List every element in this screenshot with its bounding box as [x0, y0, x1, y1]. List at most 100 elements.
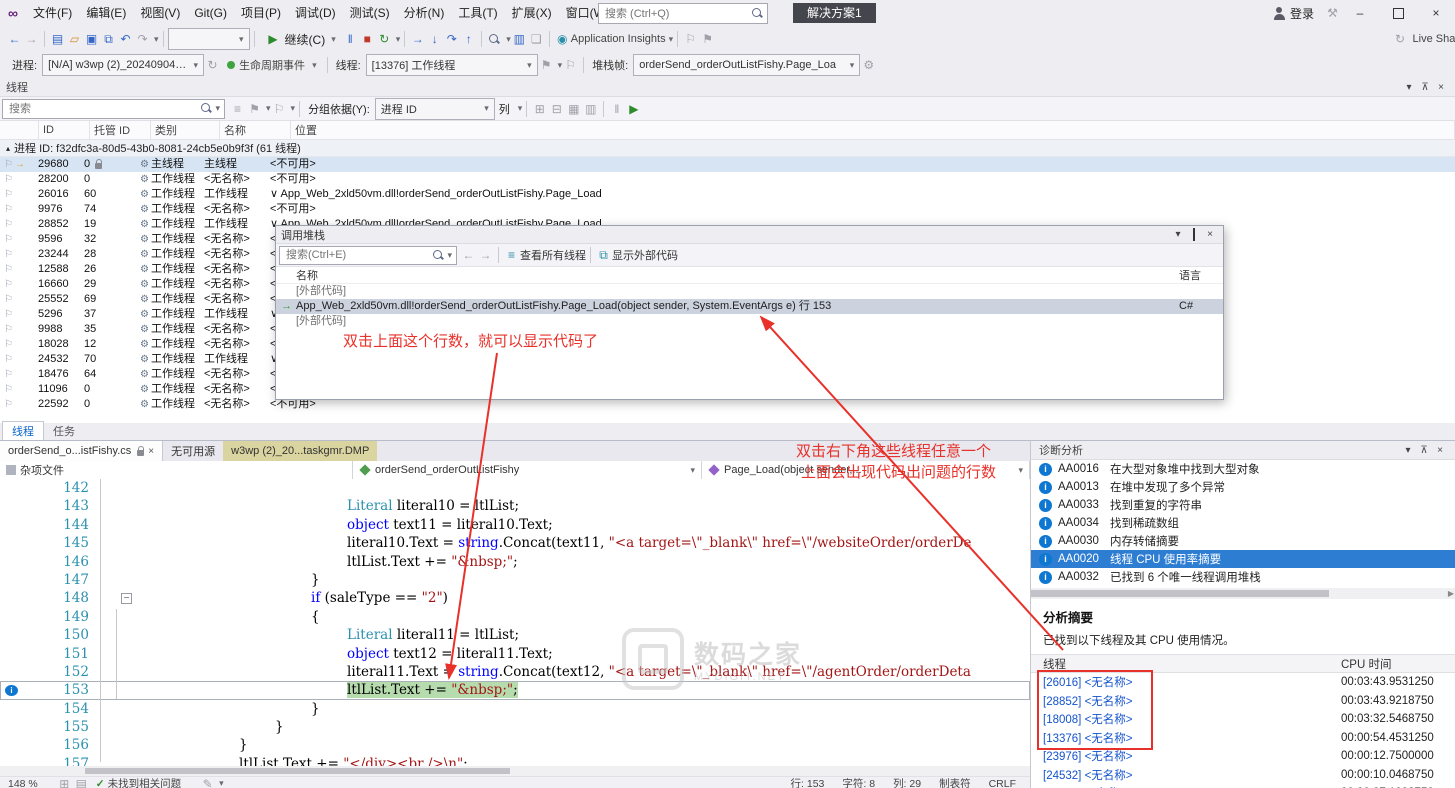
- diagnostic-item[interactable]: iAA0020线程 CPU 使用率摘要: [1031, 550, 1455, 568]
- show-next-statement-icon[interactable]: →: [409, 30, 426, 48]
- menu-item-6[interactable]: 调试(D): [288, 0, 343, 26]
- col-name[interactable]: 名称: [220, 121, 291, 139]
- thread-row[interactable]: ⚐→296800⚙主线程主线程<不可用>: [0, 157, 1455, 172]
- step-into-icon[interactable]: ↓: [426, 30, 443, 48]
- resume-threads-icon[interactable]: ▶: [625, 100, 642, 118]
- issues-status[interactable]: 未找到相关问题: [108, 776, 182, 788]
- diagnostic-item[interactable]: iAA0013在堆中发现了多个异常: [1031, 478, 1455, 496]
- flag-icon[interactable]: ⚐: [4, 217, 13, 232]
- scrollbar-arrow-icon[interactable]: ▶: [1448, 588, 1454, 599]
- flag-icon[interactable]: ⚐: [4, 232, 13, 247]
- flag-icon[interactable]: ⚐: [4, 247, 13, 262]
- call-stack-frame[interactable]: [外部代码]: [276, 284, 1223, 299]
- process-refresh-icon[interactable]: ↻: [204, 56, 221, 74]
- call-stack-frame[interactable]: App_Web_2xld50vm.dll!orderSend_orderOutL…: [276, 299, 1223, 314]
- step-over-icon[interactable]: ↷: [443, 30, 460, 48]
- diagnostics-chart-icon[interactable]: ▥: [511, 30, 528, 48]
- navigate-back-icon[interactable]: ←: [6, 30, 23, 48]
- menu-item-7[interactable]: 测试(S): [343, 0, 397, 26]
- code-line[interactable]: 145literal10.Text = string.Concat(text11…: [0, 534, 1030, 552]
- window-dropdown-icon[interactable]: ▾: [1401, 82, 1417, 93]
- code-line[interactable]: 156}: [0, 736, 1030, 754]
- tab-no-source[interactable]: 无可用源: [163, 441, 223, 461]
- call-stack-search-input[interactable]: [284, 248, 433, 262]
- flag-icon[interactable]: ⚐: [4, 187, 13, 202]
- quick-search-input[interactable]: [603, 7, 752, 21]
- config-dropdown[interactable]: ▾: [168, 28, 250, 50]
- undo-dropdown-icon[interactable]: ▾: [154, 34, 159, 45]
- pen-icon[interactable]: ✎: [199, 778, 216, 788]
- col-managed-id[interactable]: 托管 ID: [90, 121, 151, 139]
- flag-outline-icon[interactable]: ⚐: [562, 56, 579, 74]
- diagnostic-item[interactable]: iAA0030内存转储摘要: [1031, 532, 1455, 550]
- flag-icon[interactable]: ⚐: [4, 292, 13, 307]
- code-line[interactable]: 143Literal literal10 = ltlList;: [0, 497, 1030, 515]
- flag-outline-toolbar-icon[interactable]: ⚐: [271, 100, 288, 118]
- new-file-icon[interactable]: ▤: [49, 30, 66, 48]
- close-tab-icon[interactable]: ×: [148, 446, 154, 457]
- thread-link[interactable]: [23976] <无名称>: [1043, 748, 1341, 764]
- code-line[interactable]: 147}: [0, 571, 1030, 589]
- code-line[interactable]: 144object text11 = literal10.Text;: [0, 516, 1030, 534]
- search-tool-icon[interactable]: [486, 30, 503, 48]
- step-out-icon[interactable]: ↑: [460, 30, 477, 48]
- forward-icon[interactable]: →: [477, 246, 494, 264]
- diagnostic-item[interactable]: iAA0034找到稀疏数组: [1031, 514, 1455, 532]
- col-location[interactable]: 位置: [291, 121, 1455, 139]
- code-line[interactable]: 152literal11.Text = string.Concat(text12…: [0, 663, 1030, 681]
- back-icon[interactable]: ←: [460, 246, 477, 264]
- flag-show-icon[interactable]: ⚑: [246, 100, 263, 118]
- thread-link[interactable]: [26016] <无名称>: [1043, 674, 1341, 690]
- code-line[interactable]: 149{: [0, 608, 1030, 626]
- thread-link[interactable]: [24532] <无名称>: [1043, 767, 1341, 783]
- list-icon[interactable]: ≡: [229, 100, 246, 118]
- flag-icon[interactable]: ⚐: [4, 397, 13, 412]
- menu-item-10[interactable]: 扩展(X): [505, 0, 559, 26]
- flag-icon[interactable]: ⚐: [4, 172, 13, 187]
- menu-item-5[interactable]: 项目(P): [234, 0, 288, 26]
- flag-icon[interactable]: ⚐: [4, 322, 13, 337]
- save-all-icon[interactable]: ⧉: [100, 30, 117, 48]
- maximize-panel-icon[interactable]: [1186, 229, 1202, 240]
- stack-frame-dropdown[interactable]: orderSend_orderOutListFishy.Page_Loa▾: [633, 54, 860, 76]
- minimize-button[interactable]: –: [1341, 0, 1379, 26]
- flag-toolbar-icon[interactable]: ⚑: [699, 30, 716, 48]
- threads-search[interactable]: ▾: [2, 99, 225, 119]
- diagnostic-item[interactable]: iAA0033找到重复的字符串: [1031, 496, 1455, 514]
- solution-badge[interactable]: 解决方案1: [793, 3, 876, 23]
- tab-dump-file[interactable]: w3wp (2)_20...taskgmr.DMP: [223, 441, 377, 461]
- call-stack-frame[interactable]: [外部代码]: [276, 314, 1223, 329]
- code-line[interactable]: 148−if (saleType == "2"): [0, 589, 1030, 607]
- code-area[interactable]: 142143Literal literal10 = ltlList;144obj…: [0, 479, 1030, 766]
- code-line[interactable]: i153ltlList.Text += "&nbsp;";: [0, 681, 1030, 699]
- menu-item-3[interactable]: 视图(V): [133, 0, 187, 26]
- diagnostic-indicator-icon[interactable]: i: [5, 685, 18, 696]
- live-share-button[interactable]: ↻ Live Shar: [1392, 30, 1455, 48]
- flag-icon[interactable]: ⚐: [4, 157, 13, 172]
- menu-item-2[interactable]: 编辑(E): [79, 0, 133, 26]
- quick-search[interactable]: [598, 3, 768, 24]
- restart-icon[interactable]: ↻: [376, 30, 393, 48]
- close-panel-icon[interactable]: ×: [1432, 445, 1448, 456]
- thread-link[interactable]: [13376] <无名称>: [1043, 730, 1341, 746]
- scrollbar-thumb[interactable]: [85, 768, 510, 774]
- window-dropdown-icon[interactable]: ▾: [1400, 445, 1416, 456]
- navigate-forward-icon[interactable]: →: [23, 30, 40, 48]
- flag-icon[interactable]: ⚐: [4, 307, 13, 322]
- code-line[interactable]: 154}: [0, 700, 1030, 718]
- close-panel-icon[interactable]: ×: [1433, 82, 1449, 93]
- redo-icon[interactable]: ↷: [134, 30, 151, 48]
- app-insights-icon[interactable]: ◉: [554, 30, 571, 48]
- code-line[interactable]: 155}: [0, 718, 1030, 736]
- tab-source-file[interactable]: orderSend_o...istFishy.cs ×: [0, 441, 163, 461]
- threads-search-input[interactable]: [7, 102, 201, 116]
- flag-icon[interactable]: ⚐: [4, 277, 13, 292]
- type-dropdown[interactable]: orderSend_orderOutListFishy▾: [353, 461, 702, 479]
- diagnostics-scrollbar[interactable]: ▶: [1031, 588, 1455, 599]
- columns-button[interactable]: 列: [499, 101, 510, 117]
- flag-icon[interactable]: ⚐: [4, 337, 13, 352]
- menu-item-4[interactable]: Git(G): [187, 0, 234, 26]
- zoom-level[interactable]: 148 %: [8, 778, 38, 788]
- process-group-row[interactable]: ▴ 进程 ID: f32dfc3a-80d5-43b0-8081-24cb5e0…: [0, 140, 1455, 157]
- flag-icon[interactable]: ⚐: [4, 382, 13, 397]
